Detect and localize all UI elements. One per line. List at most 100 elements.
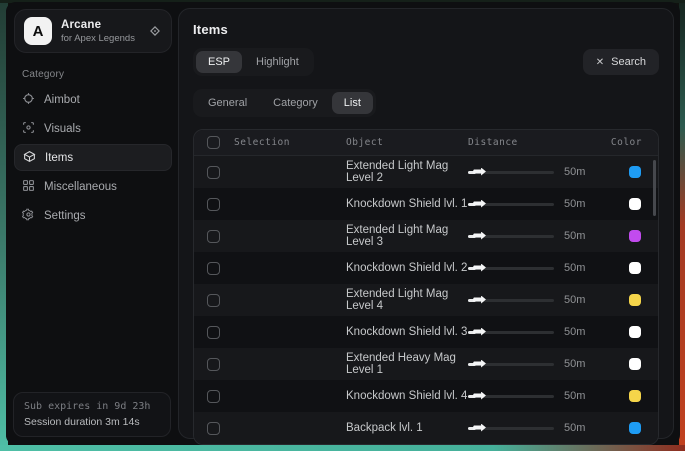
distance-slider[interactable] — [468, 267, 554, 270]
distance-cell: 50m — [468, 294, 608, 306]
distance-cell: 50m — [468, 262, 608, 274]
color-swatch[interactable] — [629, 294, 641, 306]
distance-slider[interactable] — [468, 203, 554, 206]
table-row: Knockdown Shield lvl. 3 50m — [194, 316, 658, 348]
slider-handle[interactable] — [473, 328, 486, 336]
color-swatch[interactable] — [629, 166, 641, 178]
row-checkbox[interactable] — [207, 294, 220, 307]
tab-highlight[interactable]: Highlight — [244, 51, 311, 73]
tab-esp[interactable]: ESP — [196, 51, 242, 73]
row-checkbox[interactable] — [207, 390, 220, 403]
desktop-edge-bottom — [0, 445, 685, 451]
distance-cell: 50m — [468, 422, 608, 434]
box-icon — [23, 150, 36, 166]
row-checkbox[interactable] — [207, 262, 220, 275]
color-swatch[interactable] — [629, 422, 641, 434]
object-name: Extended Light Mag Level 3 — [346, 224, 468, 248]
grid-icon — [22, 179, 35, 195]
color-swatch[interactable] — [629, 230, 641, 242]
row-checkbox[interactable] — [207, 166, 220, 179]
diamond-icon[interactable] — [148, 24, 162, 38]
distance-slider[interactable] — [468, 299, 554, 302]
app-logo: A — [24, 17, 52, 45]
table-row: Extended Light Mag Level 2 50m — [194, 156, 658, 188]
color-swatch[interactable] — [629, 326, 641, 338]
slider-handle[interactable] — [473, 264, 486, 272]
items-table: Selection Object Distance Color Extended… — [193, 129, 659, 445]
distance-slider[interactable] — [468, 235, 554, 238]
distance-value: 50m — [564, 230, 585, 242]
session-duration-text: Session duration 3m 14s — [24, 416, 160, 428]
column-header-selection: Selection — [234, 137, 346, 148]
table-header-row: Selection Object Distance Color — [194, 130, 658, 156]
distance-slider[interactable] — [468, 171, 554, 174]
sidebar-item-items[interactable]: Items — [14, 144, 172, 171]
distance-slider[interactable] — [468, 331, 554, 334]
sidebar-item-label: Visuals — [44, 123, 81, 135]
app-meta: Arcane for Apex Legends — [61, 19, 139, 44]
table-scrollbar[interactable] — [653, 160, 656, 216]
search-button-label: Search — [611, 56, 646, 68]
app-window: A Arcane for Apex Legends Category Aimbo… — [6, 2, 680, 445]
distance-cell: 50m — [468, 166, 608, 178]
table-row: Knockdown Shield lvl. 2 50m — [194, 252, 658, 284]
slider-handle[interactable] — [473, 232, 486, 240]
x-icon: ✕ — [596, 57, 604, 68]
distance-value: 50m — [564, 390, 585, 402]
color-swatch[interactable] — [629, 262, 641, 274]
distance-slider[interactable] — [468, 395, 554, 398]
slider-handle[interactable] — [473, 296, 486, 304]
sidebar-item-miscellaneous[interactable]: Miscellaneous — [14, 173, 172, 200]
column-header-color: Color — [611, 137, 658, 148]
column-header-object: Object — [346, 137, 468, 148]
object-name: Extended Light Mag Level 4 — [346, 288, 468, 312]
sidebar-item-settings[interactable]: Settings — [14, 202, 172, 229]
row-checkbox[interactable] — [207, 326, 220, 339]
tab-category[interactable]: Category — [261, 92, 330, 114]
distance-value: 50m — [564, 198, 585, 210]
distance-value: 50m — [564, 326, 585, 338]
color-swatch[interactable] — [629, 358, 641, 370]
color-swatch[interactable] — [629, 390, 641, 402]
sub-expiry-text: Sub expires in 9d 23h — [24, 401, 160, 412]
slider-handle[interactable] — [473, 360, 486, 368]
table-row: Backpack lvl. 1 50m — [194, 412, 658, 444]
distance-cell: 50m — [468, 230, 608, 242]
slider-handle[interactable] — [473, 200, 486, 208]
select-all-checkbox[interactable] — [207, 136, 220, 149]
table-row: Knockdown Shield lvl. 4 50m — [194, 380, 658, 412]
table-row: Extended Heavy Mag Level 1 50m — [194, 348, 658, 380]
sidebar-section-label: Category — [22, 69, 178, 80]
row-checkbox[interactable] — [207, 358, 220, 371]
slider-handle[interactable] — [473, 424, 486, 432]
crosshair-icon — [22, 92, 35, 108]
slider-handle[interactable] — [473, 168, 486, 176]
sidebar-item-aimbot[interactable]: Aimbot — [14, 86, 172, 113]
sidebar-item-label: Settings — [44, 210, 86, 222]
object-name: Knockdown Shield lvl. 3 — [346, 326, 468, 338]
table-body: Extended Light Mag Level 2 50m Knockdown… — [194, 156, 658, 444]
tab-general[interactable]: General — [196, 92, 259, 114]
object-name: Knockdown Shield lvl. 1 — [346, 198, 468, 210]
app-name: Arcane — [61, 19, 139, 31]
distance-value: 50m — [564, 262, 585, 274]
slider-handle[interactable] — [473, 392, 486, 400]
row-checkbox[interactable] — [207, 422, 220, 435]
table-row: Extended Light Mag Level 3 50m — [194, 220, 658, 252]
row-checkbox[interactable] — [207, 198, 220, 211]
session-info-card: Sub expires in 9d 23h Session duration 3… — [13, 392, 171, 437]
eye-scan-icon — [22, 121, 35, 137]
distance-slider[interactable] — [468, 427, 554, 430]
sidebar-item-label: Miscellaneous — [44, 181, 117, 193]
mode-tab-group: ESPHighlight — [193, 48, 314, 76]
page-title: Items — [193, 22, 659, 37]
distance-slider[interactable] — [468, 363, 554, 366]
object-name: Backpack lvl. 1 — [346, 422, 468, 434]
sidebar-nav: Aimbot Visuals Items Miscellaneous Settings — [6, 86, 178, 229]
color-swatch[interactable] — [629, 198, 641, 210]
main-panel: Items ESPHighlight ✕ Search GeneralCateg… — [178, 8, 674, 439]
row-checkbox[interactable] — [207, 230, 220, 243]
tab-list[interactable]: List — [332, 92, 373, 114]
search-button[interactable]: ✕ Search — [583, 49, 659, 75]
sidebar-item-visuals[interactable]: Visuals — [14, 115, 172, 142]
